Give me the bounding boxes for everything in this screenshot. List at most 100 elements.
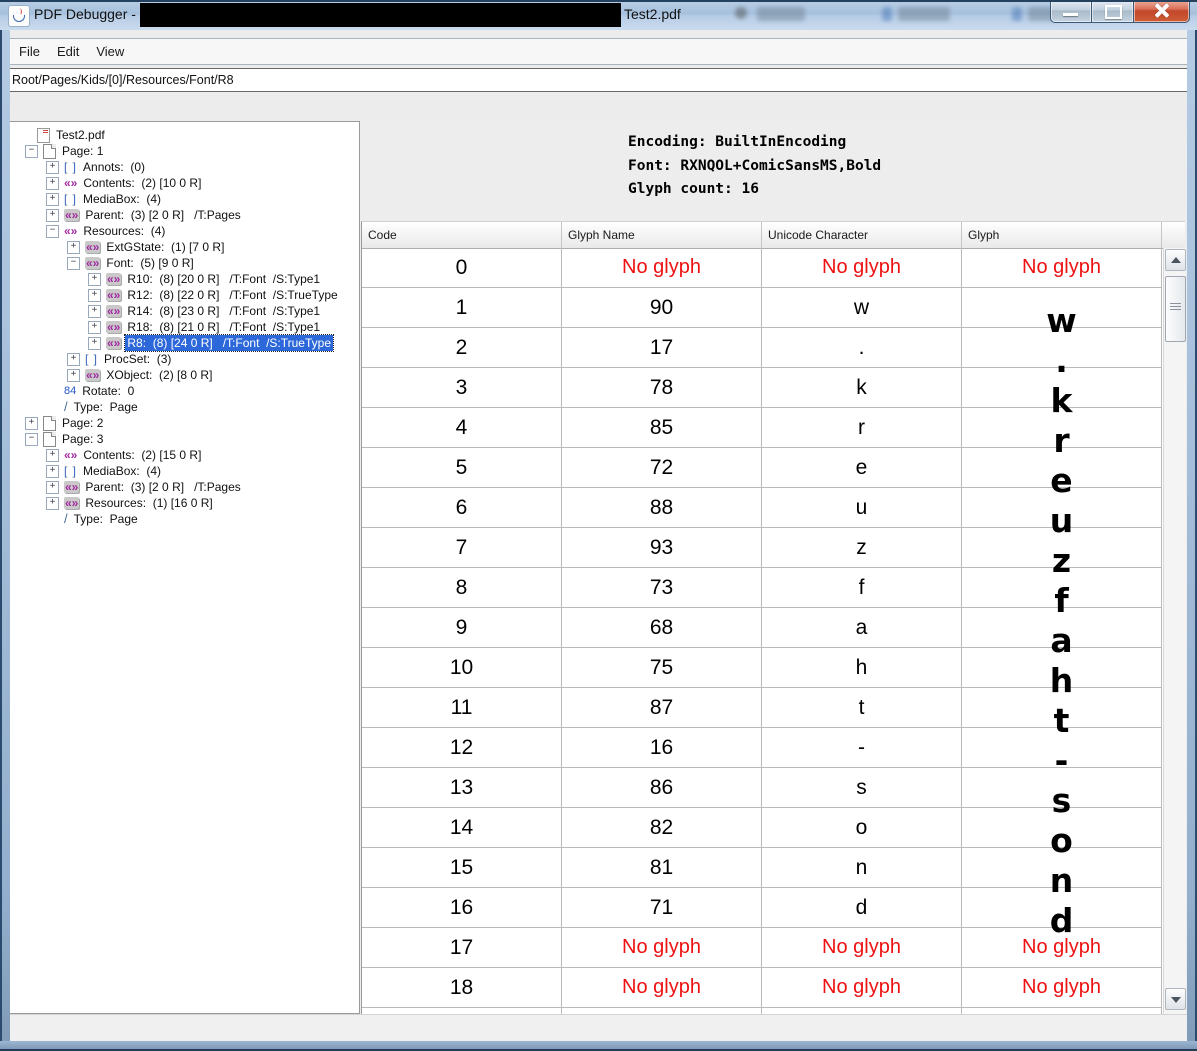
code-cell[interactable]: 9 xyxy=(362,608,562,648)
unicode-cell[interactable]: No glyph xyxy=(762,928,962,968)
tree-item[interactable]: + «» R10: (8) [20 0 R] /T:Font /S:Type1 xyxy=(9,271,359,287)
table-scrollbar[interactable] xyxy=(1163,248,1186,1014)
unicode-cell[interactable]: f xyxy=(762,568,962,608)
tree-expand-plus-icon[interactable]: + xyxy=(46,496,59,510)
code-cell[interactable]: 15 xyxy=(362,848,562,888)
maximize-button[interactable] xyxy=(1091,0,1133,23)
tree-item[interactable]: − «» Font: (5) [9 0 R] xyxy=(9,255,359,271)
glyph-table-row[interactable]: 18 No glyph No glyph No glyph xyxy=(362,968,1162,1008)
glyph-name-cell[interactable]: 73 xyxy=(562,568,762,608)
glyph-name-cell[interactable]: 82 xyxy=(562,808,762,848)
unicode-cell[interactable]: n xyxy=(762,848,962,888)
unicode-cell[interactable]: t xyxy=(762,688,962,728)
glyph-cell[interactable]: w xyxy=(962,288,1162,340)
tree-item[interactable]: + [ ] MediaBox: (4) xyxy=(9,463,359,479)
tree-item[interactable]: + «» R14: (8) [23 0 R] /T:Font /S:Type1 xyxy=(9,303,359,319)
unicode-cell[interactable]: w xyxy=(762,288,962,328)
glyph-table-row[interactable]: 16 71 d d xyxy=(362,888,1162,940)
code-cell[interactable]: 3 xyxy=(362,368,562,408)
glyph-name-cell[interactable]: No glyph xyxy=(562,928,762,968)
tree-expand-plus-icon[interactable]: + xyxy=(67,368,80,382)
glyph-table-row[interactable]: 15 81 n n xyxy=(362,848,1162,900)
tree-item[interactable]: + «» ExtGState: (1) [7 0 R] xyxy=(9,239,359,255)
unicode-cell[interactable]: h xyxy=(762,648,962,688)
path-input[interactable]: Root/Pages/Kids/[0]/Resources/Font/R8 xyxy=(8,68,1189,92)
tree-expand-plus-icon[interactable]: + xyxy=(46,208,59,222)
glyph-name-cell[interactable]: 87 xyxy=(562,688,762,728)
tree-expand-plus-icon[interactable]: + xyxy=(46,448,59,462)
tree-item[interactable]: + [ ] ProcSet: (3) xyxy=(9,351,359,367)
glyph-name-cell[interactable]: 81 xyxy=(562,848,762,888)
tree-item[interactable]: + «» Parent: (3) [2 0 R] /T:Pages xyxy=(9,207,359,223)
glyph-name-cell[interactable]: 88 xyxy=(562,488,762,528)
column-header-glyph-name[interactable]: Glyph Name xyxy=(562,222,762,248)
glyph-table-row[interactable]: 7 93 z z xyxy=(362,528,1162,580)
tree-expand-plus-icon[interactable]: + xyxy=(88,288,101,302)
code-cell[interactable]: 18 xyxy=(362,968,562,1008)
tree-item[interactable]: + «» R12: (8) [22 0 R] /T:Font /S:TrueType xyxy=(9,287,359,303)
scrollbar-thumb[interactable] xyxy=(1165,276,1186,342)
glyph-table-row[interactable]: 9 68 a a xyxy=(362,608,1162,660)
tree-item[interactable]: + [ ] Annots: (0) xyxy=(9,159,359,175)
unicode-cell[interactable]: e xyxy=(762,448,962,488)
glyph-name-cell[interactable]: 17 xyxy=(562,328,762,368)
unicode-cell[interactable]: - xyxy=(762,728,962,768)
glyph-table-row[interactable]: 14 82 o o xyxy=(362,808,1162,860)
menu-view[interactable]: View xyxy=(89,41,131,62)
close-button[interactable] xyxy=(1133,0,1190,23)
tree-item[interactable]: + «» Contents: (2) [15 0 R] xyxy=(9,447,359,463)
tree-item[interactable]: 84 Rotate: 0 xyxy=(9,383,359,399)
tree-expand-plus-icon[interactable]: + xyxy=(46,176,59,190)
tree-expand-plus-icon[interactable]: + xyxy=(67,352,80,366)
tree-item[interactable]: − «» Resources: (4) xyxy=(9,223,359,239)
tree-expand-plus-icon[interactable]: + xyxy=(46,464,59,478)
tree-expand-plus-icon[interactable]: + xyxy=(67,240,80,254)
code-cell[interactable]: 4 xyxy=(362,408,562,448)
code-cell[interactable]: 12 xyxy=(362,728,562,768)
code-cell[interactable]: 17 xyxy=(362,928,562,968)
menu-edit[interactable]: Edit xyxy=(50,41,86,62)
tree-item[interactable]: − Page: 1 xyxy=(9,143,359,159)
scroll-up-button[interactable] xyxy=(1165,249,1186,271)
tree-item[interactable]: Test2.pdf xyxy=(9,127,359,143)
glyph-table-row[interactable]: 0 No glyph No glyph No glyph xyxy=(362,248,1162,288)
unicode-cell[interactable]: a xyxy=(762,608,962,648)
tree-expand-minus-icon[interactable]: − xyxy=(25,144,38,158)
tree-item[interactable]: − Page: 3 xyxy=(9,431,359,447)
glyph-cell[interactable]: No glyph xyxy=(962,968,1162,1008)
column-header-unicode-character[interactable]: Unicode Character xyxy=(762,222,962,248)
menu-file[interactable]: File xyxy=(12,41,47,62)
glyph-name-cell[interactable]: 75 xyxy=(562,648,762,688)
glyph-table-row[interactable]: 13 86 s s xyxy=(362,768,1162,820)
unicode-cell[interactable]: No glyph xyxy=(762,968,962,1008)
unicode-cell[interactable]: No glyph xyxy=(762,248,962,288)
unicode-cell[interactable]: . xyxy=(762,328,962,368)
unicode-cell[interactable]: u xyxy=(762,488,962,528)
code-cell[interactable]: 1 xyxy=(362,288,562,328)
glyph-name-cell[interactable]: No glyph xyxy=(562,248,762,288)
glyph-name-cell[interactable]: 86 xyxy=(562,768,762,808)
tree-expand-plus-icon[interactable]: + xyxy=(88,304,101,318)
glyph-name-cell[interactable]: No glyph xyxy=(562,968,762,1008)
tree-expand-plus-icon[interactable]: + xyxy=(88,336,101,350)
glyph-table-row[interactable]: 1 90 w w xyxy=(362,288,1162,340)
glyph-name-cell[interactable]: 93 xyxy=(562,528,762,568)
glyph-table-row[interactable]: 8 73 f f xyxy=(362,568,1162,620)
tree-expand-plus-icon[interactable]: + xyxy=(88,320,101,334)
tree-expand-plus-icon[interactable]: + xyxy=(46,480,59,494)
code-cell[interactable]: 13 xyxy=(362,768,562,808)
tree-item[interactable]: / Type: Page xyxy=(9,399,359,415)
tree-expand-plus-icon[interactable]: + xyxy=(88,272,101,286)
tree-expand-plus-icon[interactable]: + xyxy=(25,416,38,430)
scroll-down-button[interactable] xyxy=(1165,988,1186,1010)
unicode-cell[interactable]: r xyxy=(762,408,962,448)
glyph-cell[interactable]: No glyph xyxy=(962,248,1162,288)
glyph-name-cell[interactable]: 85 xyxy=(562,408,762,448)
code-cell[interactable]: 5 xyxy=(362,448,562,488)
code-cell[interactable]: 11 xyxy=(362,688,562,728)
tree-item[interactable]: + «» R8: (8) [24 0 R] /T:Font /S:TrueType xyxy=(9,334,359,352)
tree-expand-minus-icon[interactable]: − xyxy=(67,256,80,270)
glyph-table-row[interactable]: 2 17.. xyxy=(362,328,1162,380)
tree-item[interactable]: + «» XObject: (2) [8 0 R] xyxy=(9,367,359,383)
unicode-cell[interactable]: k xyxy=(762,368,962,408)
